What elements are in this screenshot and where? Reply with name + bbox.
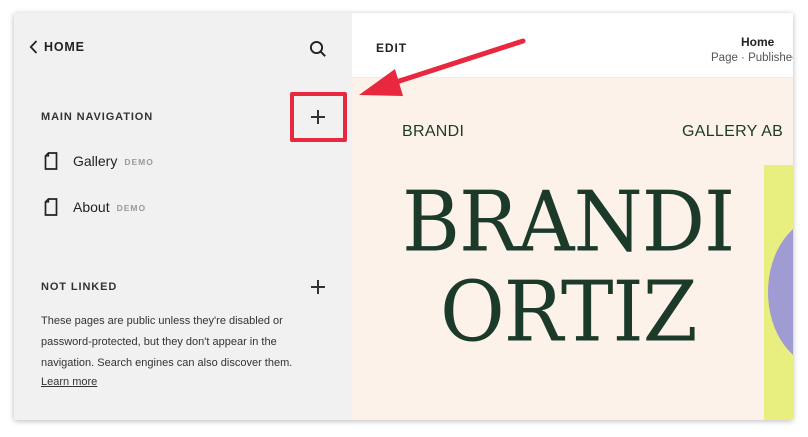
demo-badge: DEMO: [124, 157, 154, 167]
demo-badge: DEMO: [116, 203, 147, 213]
add-main-navigation-page-button[interactable]: [308, 107, 328, 127]
site-preview: EDIT Home Page · Published BRANDI GALLER…: [352, 13, 793, 420]
home-label: HOME: [44, 40, 85, 54]
preview-toolbar: EDIT Home Page · Published: [352, 13, 793, 78]
artwork-circle: [768, 217, 793, 367]
search-icon: [309, 40, 326, 57]
edit-button[interactable]: EDIT: [376, 41, 407, 55]
nav-item-about[interactable]: About DEMO: [44, 198, 146, 216]
page-status: Page · Published: [711, 52, 793, 64]
site-nav-links[interactable]: GALLERY AB: [682, 123, 783, 141]
not-linked-title: NOT LINKED: [41, 281, 118, 293]
search-button[interactable]: [309, 40, 327, 63]
nav-item-label: Gallery: [73, 153, 118, 169]
hero-title-line-1: BRANDI: [402, 173, 735, 271]
page-title: Home: [741, 35, 775, 49]
learn-more-link[interactable]: Learn more: [41, 376, 97, 388]
add-not-linked-page-button[interactable]: [308, 277, 328, 297]
pages-sidebar: HOME MAIN NAVIGATION Gallery DEMO About: [14, 13, 352, 420]
chevron-left-icon: [29, 40, 38, 54]
nav-item-gallery[interactable]: Gallery DEMO: [44, 152, 154, 170]
app-window: HOME MAIN NAVIGATION Gallery DEMO About: [14, 13, 793, 420]
hero-title-line-2: ORTIZ: [440, 263, 698, 361]
page-icon: [44, 198, 58, 216]
site-brand-link[interactable]: BRANDI: [402, 123, 464, 141]
main-navigation-title: MAIN NAVIGATION: [41, 111, 154, 123]
page-icon: [44, 152, 58, 170]
back-home-button[interactable]: HOME: [29, 40, 85, 54]
hero-artwork: [764, 165, 793, 420]
nav-item-label: About: [73, 199, 110, 215]
not-linked-description: These pages are public unless they're di…: [41, 315, 293, 369]
